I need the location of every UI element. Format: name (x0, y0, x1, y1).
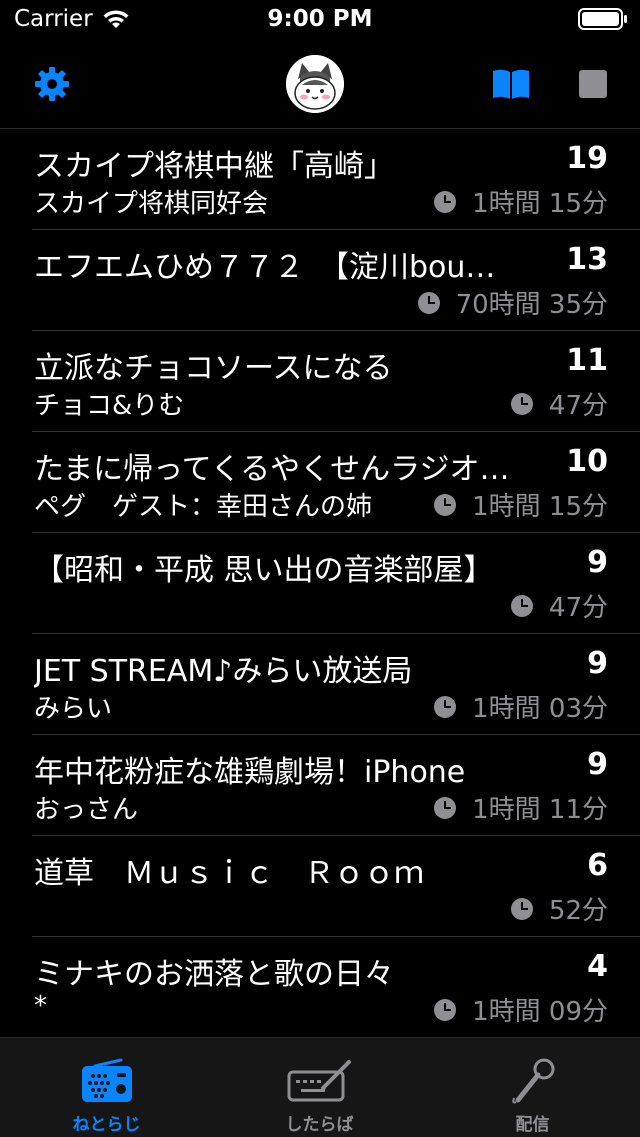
program-duration: 52分 (510, 890, 608, 927)
program-dj: ペグ ゲスト：幸田さんの姉 (34, 492, 373, 522)
tab-shitaraba[interactable]: したらば (213, 1038, 426, 1137)
program-duration: 1時間 11分 (434, 789, 608, 826)
program-duration: 1時間 15分 (434, 486, 608, 523)
program-title: JET STREAM♪みらい放送局 (34, 654, 413, 689)
clock-icon (434, 190, 457, 213)
listener-count: 11 (566, 343, 608, 378)
duration-label: 1時間 09分 (472, 997, 608, 1027)
clock-icon (417, 291, 440, 314)
clock-icon (434, 796, 457, 819)
program-title: 年中花粉症な雄鶏劇場！iPhone (34, 755, 466, 790)
tab-label: ねとらじ (72, 1115, 141, 1135)
listener-count: 19 (566, 141, 608, 176)
tab-netoraji[interactable]: ねとらじ (0, 1038, 213, 1137)
program-title: エフエムひめ７７２ 【淀川bou… (34, 250, 496, 285)
list-item[interactable]: 道草 Ｍｕｓｉｃ Ｒｏｏｍ 6 52分 (32, 836, 640, 937)
clock-icon (434, 998, 457, 1021)
program-title: スカイプ将棋中継「高崎」 (34, 149, 394, 184)
listener-count: 4 (587, 949, 608, 984)
duration-label: 52分 (548, 896, 608, 926)
gear-icon[interactable] (34, 66, 70, 106)
battery-icon (578, 8, 628, 30)
duration-label: 1時間 11分 (472, 795, 608, 825)
duration-label: 1時間 03分 (472, 694, 608, 724)
program-dj: おっさん (34, 795, 139, 825)
program-dj: みらい (34, 694, 113, 724)
stop-icon[interactable] (579, 70, 607, 98)
list-item[interactable]: JET STREAM♪みらい放送局 9 みらい 1時間 03分 (32, 634, 640, 735)
duration-label: 47分 (548, 391, 608, 421)
program-duration: 1時間 03分 (434, 688, 608, 725)
navigation-bar (0, 40, 640, 129)
listener-count: 6 (587, 848, 608, 883)
program-title: 道草 Ｍｕｓｉｃ Ｒｏｏｍ (34, 856, 424, 891)
list-item[interactable]: ミナキのお洒落と歌の日々 4 * 1時間 09分 (32, 937, 640, 1037)
status-time: 9:00 PM (267, 6, 373, 32)
listener-count: 10 (566, 444, 608, 479)
keyboard-pen-icon (287, 1058, 353, 1108)
list-item[interactable]: エフエムひめ７７２ 【淀川bou… 13 70時間 35分 (32, 230, 640, 331)
clock-icon (510, 897, 533, 920)
duration-label: 1時間 15分 (472, 492, 608, 522)
microphone-icon (510, 1058, 556, 1110)
program-list[interactable]: スカイプ将棋中継「高崎」 19 スカイプ将棋同好会 1時間 15分 エフエムひめ… (0, 129, 640, 1037)
duration-label: 1時間 15分 (472, 189, 608, 219)
program-title: 立派なチョコソースになる (34, 351, 393, 386)
program-dj: チョコ&りむ (34, 391, 185, 421)
clock-icon (434, 695, 457, 718)
listener-count: 9 (587, 545, 608, 580)
list-item[interactable]: 【昭和・平成 思い出の音楽部屋】 9 47分 (32, 533, 640, 634)
list-item[interactable]: 立派なチョコソースになる 11 チョコ&りむ 47分 (32, 331, 640, 432)
program-title: たまに帰ってくるやくせんラジオ… (34, 452, 510, 487)
program-duration: 1時間 09分 (434, 991, 608, 1028)
duration-label: 70時間 35分 (455, 290, 608, 320)
program-duration: 47分 (510, 385, 608, 422)
program-title: 【昭和・平成 思い出の音楽部屋】 (34, 553, 494, 588)
listener-count: 13 (566, 242, 608, 277)
program-dj: スカイプ将棋同好会 (34, 189, 269, 219)
tab-label: 配信 (515, 1115, 550, 1135)
duration-label: 47分 (548, 593, 608, 623)
program-duration: 47分 (510, 587, 608, 624)
program-duration: 1時間 15分 (434, 183, 608, 220)
program-duration: 70時間 35分 (417, 284, 608, 321)
cat-avatar[interactable] (286, 55, 344, 113)
list-item[interactable]: たまに帰ってくるやくせんラジオ… 10 ペグ ゲスト：幸田さんの姉 1時間 15… (32, 432, 640, 533)
status-bar: Carrier 9:00 PM (0, 0, 640, 40)
program-title: ミナキのお洒落と歌の日々 (34, 957, 394, 992)
program-dj: * (34, 991, 47, 1021)
list-item[interactable]: スカイプ将棋中継「高崎」 19 スカイプ将棋同好会 1時間 15分 (32, 129, 640, 230)
tab-haishin[interactable]: 配信 (426, 1038, 639, 1137)
listener-count: 9 (587, 747, 608, 782)
list-item[interactable]: 年中花粉症な雄鶏劇場！iPhone 9 おっさん 1時間 11分 (32, 735, 640, 836)
tab-bar: ねとらじ したらば 配信 (0, 1037, 640, 1137)
tab-label: したらば (285, 1115, 354, 1135)
clock-icon (510, 392, 533, 415)
listener-count: 9 (587, 646, 608, 681)
clock-icon (434, 493, 457, 516)
radio-icon (81, 1058, 133, 1108)
clock-icon (510, 594, 533, 617)
book-icon[interactable] (491, 68, 531, 104)
